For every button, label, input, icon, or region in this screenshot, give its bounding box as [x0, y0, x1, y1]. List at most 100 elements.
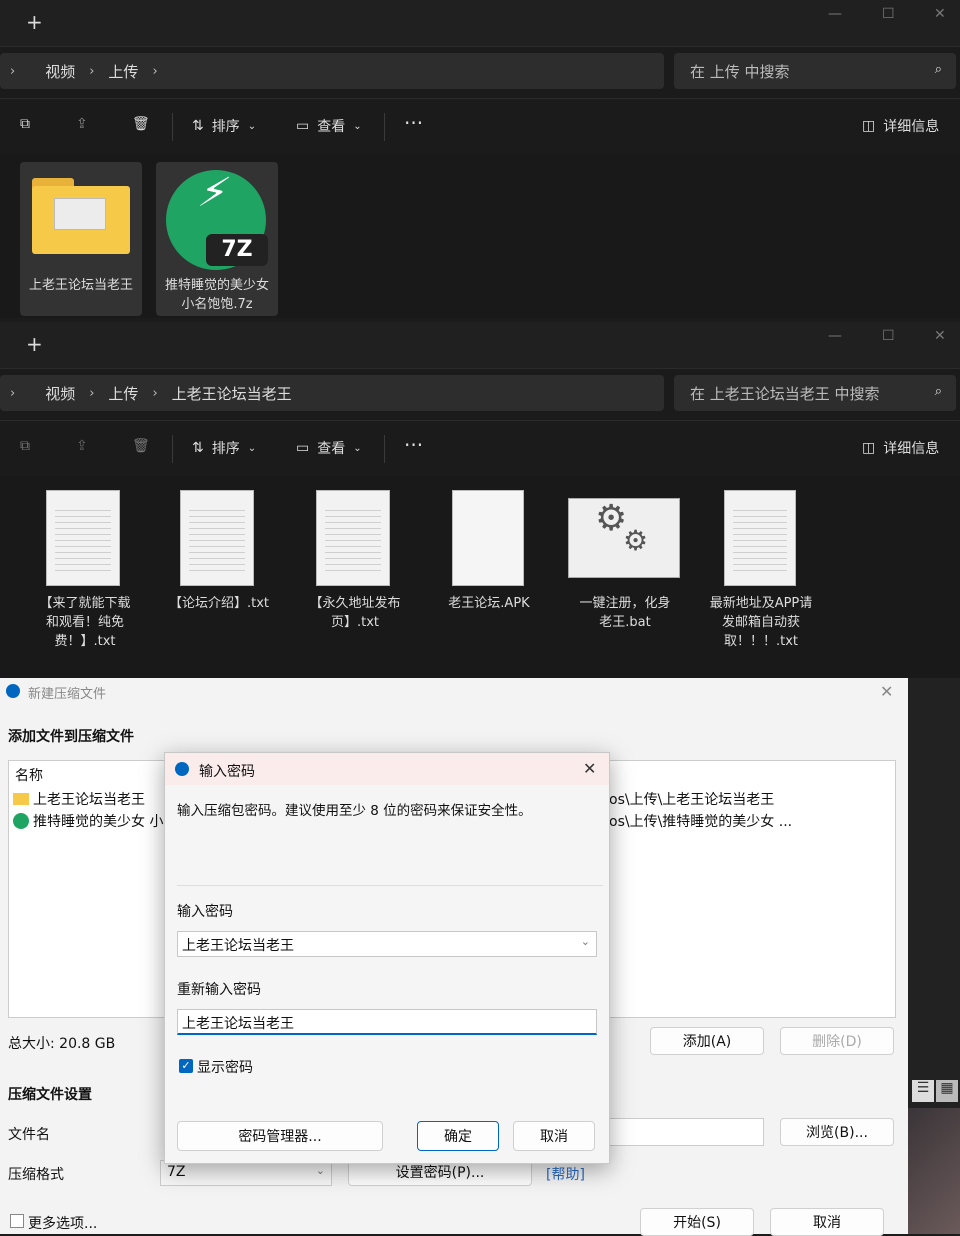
- repeat-password-label: 重新输入密码: [177, 982, 261, 998]
- format-label: 压缩格式: [8, 1167, 64, 1183]
- breadcrumb-item[interactable]: 上传: [108, 383, 138, 404]
- 7z-badge: 7Z: [206, 234, 268, 266]
- blank-file-icon: [452, 490, 524, 586]
- show-password-checkbox[interactable]: ✓: [179, 1059, 193, 1073]
- details-pane-icon: ◫: [862, 118, 876, 134]
- text-document-icon: [724, 490, 796, 586]
- add-button[interactable]: 添加(A): [650, 1027, 764, 1055]
- minimize-button[interactable]: —: [828, 6, 842, 22]
- folder-icon: [32, 178, 130, 254]
- app-logo-icon: [175, 762, 189, 776]
- file-tile-7z[interactable]: ⚡ 7Z 推特睡觉的美少女 小名饱饱.7z: [156, 162, 278, 316]
- chevron-down-icon: ⌄: [247, 120, 257, 132]
- search-icon: ⌕: [934, 384, 942, 399]
- dialog-titlebar: 新建压缩文件 ✕: [0, 678, 908, 706]
- divider: [172, 435, 173, 463]
- chevron-right-icon: ›: [152, 63, 158, 79]
- file-name: 老王论坛.APK: [448, 596, 530, 611]
- search-placeholder: 在 上传 中搜索: [690, 62, 790, 81]
- search-icon: ⌕: [934, 62, 942, 77]
- file-name: 上老王论坛当老王: [33, 792, 145, 808]
- rename-icon[interactable]: ⧉: [20, 116, 30, 132]
- sevenzip-icon: ⚡ 7Z: [166, 170, 268, 270]
- section-heading: 添加文件到压缩文件: [8, 729, 134, 745]
- chevron-down-icon: ⌄: [315, 1164, 325, 1177]
- grid-view-icon[interactable]: ▦: [936, 1080, 958, 1102]
- cancel-button[interactable]: 取消: [770, 1208, 884, 1236]
- cancel-button[interactable]: 取消: [513, 1121, 595, 1151]
- sort-label: 排序: [211, 441, 240, 457]
- browse-button[interactable]: 浏览(B)...: [780, 1118, 894, 1146]
- new-tab-button[interactable]: +: [26, 332, 43, 356]
- close-icon[interactable]: ✕: [880, 682, 893, 701]
- view-button[interactable]: ▭ 查看 ⌄: [296, 438, 362, 458]
- more-options-icon[interactable]: ···: [404, 111, 423, 135]
- format-value: 7Z: [167, 1164, 186, 1180]
- list-item[interactable]: 推特睡觉的美少女 小: [13, 811, 163, 831]
- file-name: 【永久地址发布页】.txt: [309, 596, 401, 630]
- new-tab-button[interactable]: +: [26, 10, 43, 34]
- sort-button[interactable]: ⇅ 排序 ⌄: [192, 116, 256, 136]
- breadcrumb[interactable]: › 视频 › 上传 › 上老王论坛当老王: [0, 375, 664, 411]
- file-name: 【来了就能下载和观看！纯免费！】.txt: [39, 596, 131, 649]
- delete-icon[interactable]: 🗑: [132, 438, 150, 454]
- ok-button[interactable]: 确定: [417, 1121, 499, 1151]
- filename-label: 文件名: [8, 1127, 50, 1143]
- divider: [384, 113, 385, 141]
- list-view-icon[interactable]: ☰: [912, 1080, 934, 1102]
- help-link[interactable]: [帮助]: [546, 1164, 585, 1184]
- more-options-checkbox[interactable]: [10, 1214, 24, 1228]
- more-options-label: 更多选项...: [28, 1216, 98, 1232]
- more-options-icon[interactable]: ···: [404, 433, 423, 457]
- sort-button[interactable]: ⇅ 排序 ⌄: [192, 438, 256, 458]
- close-icon[interactable]: ✕: [583, 759, 596, 778]
- delete-button[interactable]: 删除(D): [780, 1027, 894, 1055]
- sort-icon: ⇅: [192, 440, 204, 456]
- explorer-window-bottom: + — ☐ ✕ › 视频 › 上传 › 上老王论坛当老王 在 上老王论坛当老王 …: [0, 322, 960, 678]
- password-dialog: 输入密码 ✕ 输入压缩包密码。建议使用至少 8 位的密码来保证安全性。 输入密码…: [164, 752, 610, 1164]
- filename-field[interactable]: [600, 1118, 764, 1146]
- repeat-password-value: 上老王论坛当老王: [182, 1016, 294, 1032]
- app-logo-icon: [6, 684, 20, 698]
- list-item[interactable]: 上老王论坛当老王: [13, 789, 145, 809]
- chevron-right-icon: ›: [89, 63, 95, 79]
- breadcrumb-item[interactable]: 视频: [45, 61, 75, 82]
- details-button[interactable]: ◫ 详细信息: [862, 438, 939, 458]
- delete-icon[interactable]: 🗑: [132, 116, 150, 132]
- search-input[interactable]: 在 上老王论坛当老王 中搜索 ⌕: [674, 375, 956, 411]
- folder-icon: [13, 793, 29, 805]
- share-icon[interactable]: ⇪: [76, 438, 88, 454]
- batch-file-gear-icon: ⚙ ⚙: [568, 498, 680, 578]
- chevron-down-icon: ⌄: [580, 935, 590, 948]
- share-icon[interactable]: ⇪: [76, 116, 88, 132]
- chevron-right-icon: ›: [89, 385, 95, 401]
- text-document-icon: [46, 490, 120, 586]
- close-button[interactable]: ✕: [934, 328, 946, 344]
- repeat-password-field[interactable]: 上老王论坛当老王: [177, 1009, 597, 1035]
- command-bar: ⧉ ⇪ 🗑 ⇅ 排序 ⌄ ▭ 查看 ⌄ ··· ◫ 详细信息: [0, 420, 960, 476]
- breadcrumb-item[interactable]: 视频: [45, 383, 75, 404]
- column-header-name[interactable]: 名称: [15, 765, 43, 785]
- file-tile-folder[interactable]: 上老王论坛当老王: [20, 162, 142, 316]
- details-label: 详细信息: [883, 441, 940, 457]
- maximize-button[interactable]: ☐: [882, 328, 895, 344]
- breadcrumb-item[interactable]: 上传: [108, 61, 138, 82]
- start-button[interactable]: 开始(S): [640, 1208, 754, 1236]
- password-field[interactable]: 上老王论坛当老王 ⌄: [177, 931, 597, 957]
- view-button[interactable]: ▭ 查看 ⌄: [296, 116, 362, 136]
- background-image: [908, 1108, 960, 1234]
- rename-icon[interactable]: ⧉: [20, 438, 30, 454]
- tab-bar: + — ☐ ✕: [0, 322, 960, 368]
- chevron-down-icon: ⌄: [353, 442, 362, 454]
- maximize-button[interactable]: ☐: [882, 6, 895, 22]
- password-manager-button[interactable]: 密码管理器...: [177, 1121, 383, 1151]
- search-input[interactable]: 在 上传 中搜索 ⌕: [674, 53, 956, 89]
- close-button[interactable]: ✕: [934, 6, 946, 22]
- search-placeholder: 在 上老王论坛当老王 中搜索: [690, 384, 880, 403]
- details-button[interactable]: ◫ 详细信息: [862, 116, 939, 136]
- text-document-icon: [180, 490, 254, 586]
- breadcrumb[interactable]: › 视频 › 上传 ›: [0, 53, 664, 89]
- chevron-right-icon: ›: [10, 63, 16, 79]
- breadcrumb-item[interactable]: 上老王论坛当老王: [172, 383, 292, 404]
- minimize-button[interactable]: —: [828, 328, 842, 344]
